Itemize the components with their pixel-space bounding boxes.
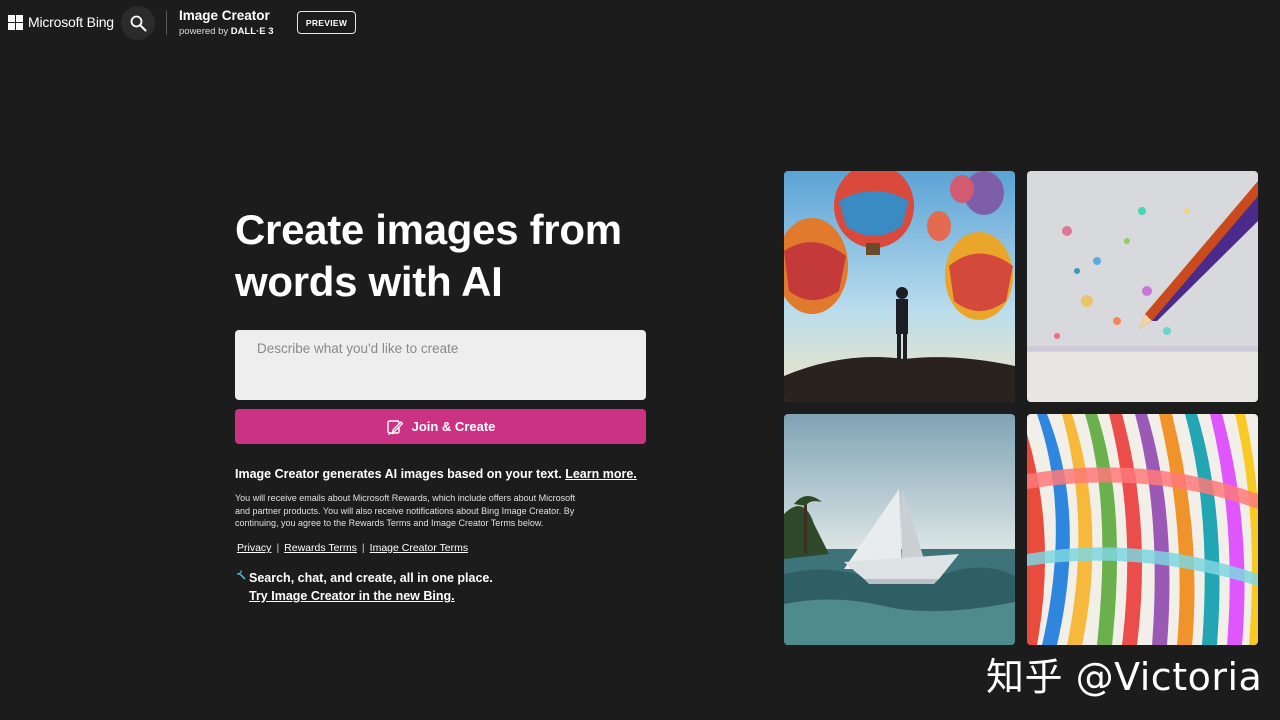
sample-image-ribbons[interactable] — [1027, 414, 1258, 645]
create-pencil-icon — [386, 419, 403, 435]
search-icon — [130, 15, 146, 31]
bing-logo[interactable]: Microsoft Bing — [8, 14, 114, 30]
microsoft-logo-icon — [8, 14, 23, 30]
sample-image-paper-boat[interactable] — [784, 414, 1015, 645]
product-model: DALL·E 3 — [230, 26, 274, 37]
preview-badge-button[interactable]: PREVIEW — [297, 11, 356, 34]
learn-more-link[interactable]: Learn more. — [565, 467, 637, 481]
search-button[interactable] — [121, 6, 155, 40]
prompt-input[interactable]: Describe what you'd like to create — [235, 330, 646, 400]
link-separator: | — [361, 542, 365, 554]
info-sentence: Image Creator generates AI images based … — [235, 467, 562, 481]
headline-line-1: Create images from — [235, 206, 622, 253]
page-headline: Create images from words with AI — [235, 204, 695, 308]
product-sub-prefix: powered by — [179, 26, 229, 37]
sparkle-icon — [237, 570, 246, 580]
join-and-create-label: Join & Create — [411, 419, 496, 434]
headline-line-2: words with AI — [235, 258, 503, 305]
join-and-create-button[interactable]: Join & Create — [235, 409, 646, 444]
product-name: Image Creator — [179, 8, 270, 23]
brand-name: Microsoft Bing — [28, 14, 114, 30]
rewards-terms-link[interactable]: Rewards Terms — [284, 542, 357, 554]
header-divider — [166, 11, 167, 35]
product-subtitle: powered by DALL·E 3 — [179, 26, 274, 37]
fine-print: You will receive emails about Microsoft … — [235, 493, 576, 528]
try-new-bing-link[interactable]: Try Image Creator in the new Bing. — [249, 589, 455, 603]
link-separator: | — [276, 542, 280, 554]
sample-image-pencil-sparkles[interactable] — [1027, 171, 1258, 402]
privacy-link[interactable]: Privacy — [237, 542, 271, 554]
promo-text: Search, chat, and create, all in one pla… — [249, 571, 493, 585]
image-creator-terms-link[interactable]: Image Creator Terms — [370, 542, 468, 554]
info-text: Image Creator generates AI images based … — [235, 467, 637, 481]
watermark: 知乎 @Victoria — [986, 655, 1263, 699]
sample-image-balloons[interactable] — [784, 171, 1015, 402]
product-title[interactable]: Image Creator powered by DALL·E 3 — [179, 8, 274, 37]
legal-links: Privacy | Rewards Terms | Image Creator … — [237, 542, 468, 554]
